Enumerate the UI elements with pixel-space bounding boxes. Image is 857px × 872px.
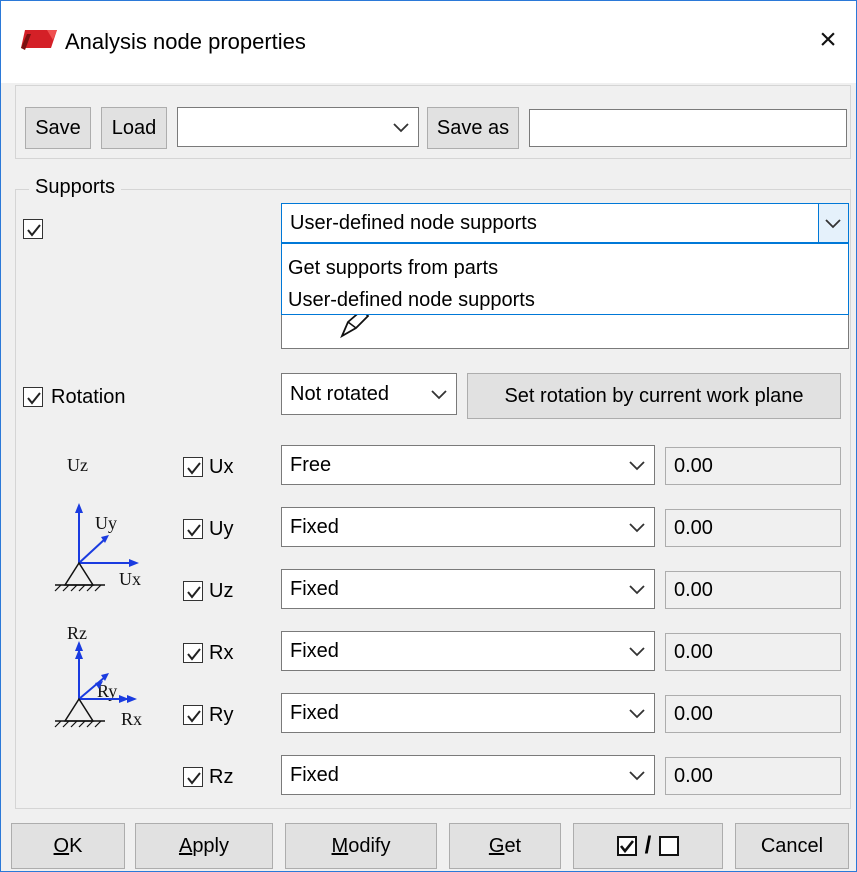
dof-ux-checkbox[interactable]: [183, 457, 203, 477]
toggle-all-checkboxes-button[interactable]: /: [573, 823, 723, 869]
dof-rz-condition-dropdown[interactable]: Fixed: [281, 755, 655, 795]
dropdown-arrow-button[interactable]: [818, 204, 848, 242]
app-logo-icon: [21, 28, 59, 52]
checkmark-icon: [27, 392, 41, 405]
dof-uz-value: 0.00: [665, 571, 841, 609]
modify-button[interactable]: Modify: [285, 823, 437, 869]
toggle-separator: /: [644, 832, 652, 859]
dof-rz-value: 0.00: [665, 757, 841, 795]
checkmark-icon: [187, 524, 201, 537]
dof-uy-checkbox[interactable]: [183, 519, 203, 539]
save-as-button[interactable]: Save as: [427, 107, 519, 149]
ok-button[interactable]: OK: [11, 823, 125, 869]
dof-uy-value: 0.00: [665, 509, 841, 547]
chevron-down-icon: [431, 390, 447, 400]
get-button[interactable]: Get: [449, 823, 561, 869]
dof-rx-checkbox[interactable]: [183, 643, 203, 663]
ok-label-rest: K: [69, 834, 83, 857]
dof-uz-condition: Fixed: [290, 577, 339, 600]
dof-uz-label: Uz: [209, 580, 234, 602]
rotation-dropdown[interactable]: Not rotated: [281, 373, 457, 415]
dof-uz-condition-dropdown[interactable]: Fixed: [281, 569, 655, 609]
preset-dropdown[interactable]: [177, 107, 419, 147]
dof-uz-checkbox[interactable]: [183, 581, 203, 601]
chevron-down-icon: [629, 771, 645, 781]
dof-ry-condition-dropdown[interactable]: Fixed: [281, 693, 655, 733]
load-button[interactable]: Load: [101, 107, 167, 149]
dof-rx-value: 0.00: [665, 633, 841, 671]
dof-ry-checkbox[interactable]: [183, 705, 203, 725]
dof-ux-condition: Free: [290, 453, 332, 476]
checked-box-icon: [616, 836, 637, 856]
title-bar: Analysis node properties ×: [1, 1, 856, 83]
supports-group-label: Supports: [29, 177, 122, 197]
window-title: Analysis node properties: [65, 29, 306, 54]
supports-mode-option[interactable]: User-defined node supports: [288, 290, 535, 310]
chevron-down-icon: [825, 219, 841, 229]
checkmark-icon: [27, 224, 41, 237]
supports-mode-list: Get supports from parts User-defined nod…: [281, 243, 849, 315]
chevron-down-icon: [629, 709, 645, 719]
axis-label-rz: Rz: [67, 623, 87, 643]
supports-mode-selected: User-defined node supports: [290, 211, 537, 234]
dof-rz-label: Rz: [209, 766, 234, 788]
dof-rx-label: Rx: [209, 642, 234, 664]
save-button[interactable]: Save: [25, 107, 91, 149]
axis-label-ux: Ux: [119, 569, 141, 589]
axis-label-uz: Uz: [67, 455, 88, 475]
dof-rz-condition: Fixed: [290, 763, 339, 786]
apply-label-rest: pply: [192, 834, 230, 857]
dof-uy-condition: Fixed: [290, 515, 339, 538]
ok-mnemonic: O: [53, 834, 70, 857]
dof-uy-condition-dropdown[interactable]: Fixed: [281, 507, 655, 547]
apply-mnemonic: A: [178, 834, 193, 857]
supports-mode-dropdown[interactable]: User-defined node supports: [281, 203, 849, 243]
translation-axes-diagram: Uz Uy Ux: [54, 455, 141, 592]
supports-enable-checkbox[interactable]: [23, 219, 43, 239]
rotation-label: Rotation: [51, 386, 126, 408]
chevron-down-icon: [629, 523, 645, 533]
save-as-name-input[interactable]: [529, 109, 847, 147]
get-mnemonic: G: [488, 834, 505, 857]
chevron-down-icon: [629, 461, 645, 471]
apply-button[interactable]: Apply: [135, 823, 273, 869]
cancel-button[interactable]: Cancel: [735, 823, 849, 869]
dof-ry-value: 0.00: [665, 695, 841, 733]
chevron-down-icon: [629, 585, 645, 595]
checkmark-icon: [187, 648, 201, 661]
rotation-axes-diagram: Rz Ry Rx: [54, 623, 142, 729]
dof-ry-label: Ry: [209, 704, 234, 726]
dof-uy-label: Uy: [209, 518, 234, 540]
chevron-down-icon: [629, 647, 645, 657]
dof-rx-condition: Fixed: [290, 639, 339, 662]
rotation-checkbox[interactable]: [23, 387, 43, 407]
set-rotation-by-work-plane-button[interactable]: Set rotation by current work plane: [467, 373, 841, 419]
dof-ry-condition: Fixed: [290, 701, 339, 724]
dof-ux-label: Ux: [209, 456, 234, 478]
dof-rx-condition-dropdown[interactable]: Fixed: [281, 631, 655, 671]
modify-mnemonic: M: [331, 834, 349, 857]
unchecked-box-icon: [659, 836, 680, 856]
get-label-rest: et: [504, 834, 522, 857]
supports-mode-option[interactable]: Get supports from parts: [288, 258, 498, 278]
dof-ux-value: 0.00: [665, 447, 841, 485]
chevron-down-icon: [393, 123, 409, 133]
axis-label-rx: Rx: [121, 709, 142, 729]
dof-rz-checkbox[interactable]: [183, 767, 203, 787]
rotation-selected: Not rotated: [290, 382, 389, 405]
modify-label-rest: odify: [348, 834, 391, 857]
dof-ux-condition-dropdown[interactable]: Free: [281, 445, 655, 485]
analysis-node-properties-dialog: Analysis node properties × Save Load Sav…: [0, 0, 857, 872]
checkmark-icon: [187, 462, 201, 475]
checkmark-icon: [187, 586, 201, 599]
close-icon[interactable]: ×: [813, 25, 843, 59]
checkmark-icon: [187, 772, 201, 785]
checkmark-icon: [187, 710, 201, 723]
axis-label-uy: Uy: [95, 513, 117, 533]
